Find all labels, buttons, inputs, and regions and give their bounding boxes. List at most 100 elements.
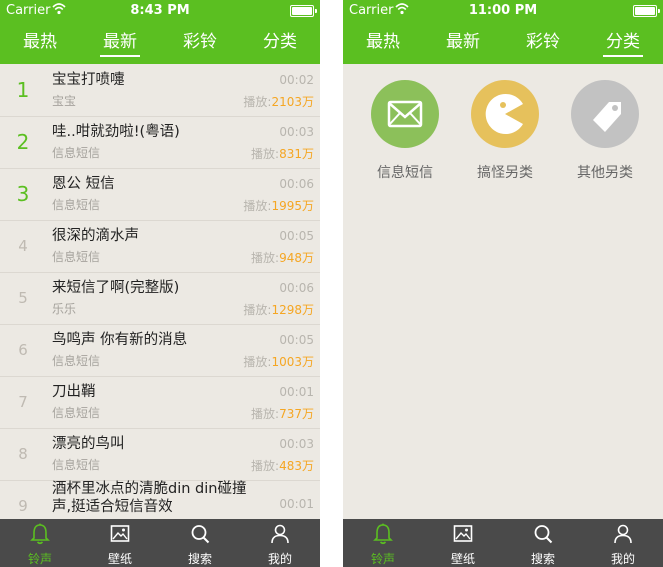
tab-ringback[interactable]: 彩铃	[160, 20, 240, 64]
ringtone-title: 鸟鸣声 你有新的消息	[52, 332, 188, 348]
ringtone-row[interactable]: 8 漂亮的鸟叫 信息短信 00:03 播放:483万	[0, 428, 320, 481]
category-label: 搞怪另类	[477, 165, 533, 181]
tab-label: 搜索	[530, 552, 555, 566]
ringtone-category: 乐乐	[52, 302, 77, 316]
plays-prefix: 播放:	[251, 459, 280, 473]
duration-label: 00:03	[279, 125, 314, 139]
ringtone-title: 刀出鞘	[52, 384, 96, 400]
tab-category[interactable]: 分类	[240, 20, 320, 64]
category-sms[interactable]: 信息短信	[355, 80, 455, 190]
bell-icon	[30, 523, 50, 545]
ringtone-row[interactable]: 3 恩公 短信 信息短信 00:06 播放:1995万	[0, 168, 320, 221]
search-icon	[533, 523, 553, 545]
ringtone-row[interactable]: 7 刀出鞘 信息短信 00:01 播放:737万	[0, 376, 320, 429]
plays-prefix: 播放:	[251, 147, 280, 161]
top-tab-bar: 最热 最新 彩铃 分类	[0, 20, 320, 64]
tab-label: 铃声	[370, 552, 395, 566]
ringtone-row[interactable]: 2 哇..咁就劲啦!(粤语) 信息短信 00:03 播放:831万	[0, 116, 320, 169]
ringtone-category: 信息短信	[52, 458, 101, 472]
clock: 8:43 PM	[130, 3, 190, 18]
tab-hottest[interactable]: 最热	[0, 20, 80, 64]
bell-icon	[373, 523, 393, 545]
ringtone-row[interactable]: 6 鸟鸣声 你有新的消息 信息短信 00:05 播放:1003万	[0, 324, 320, 377]
rank-number: 3	[16, 182, 30, 206]
tab-search[interactable]: 搜索	[503, 519, 583, 567]
duration-label: 00:05	[279, 333, 314, 347]
category-label: 信息短信	[377, 165, 433, 181]
rank-number: 6	[18, 341, 28, 359]
bottom-tab-bar: 铃声 壁纸 搜索 我的	[343, 519, 663, 567]
category-other[interactable]: 其他另类	[555, 80, 655, 190]
tab-hottest[interactable]: 最热	[343, 20, 423, 64]
tab-label: 壁纸	[450, 552, 475, 566]
play-count: 播放:2103万	[243, 93, 314, 110]
category-funny[interactable]: 搞怪另类	[455, 80, 555, 190]
play-count: 播放:1003万	[243, 353, 314, 370]
plays-number: 1995万	[271, 199, 314, 213]
image-icon	[110, 523, 130, 545]
battery-icon	[633, 5, 660, 17]
category-screen: Carrier 11:00 PM 最热 最新 彩铃 分类 信息短信 搞怪另类 其…	[343, 0, 663, 567]
plays-number: 483万	[279, 459, 314, 473]
play-count: 播放:737万	[251, 405, 314, 422]
tab-ringtones[interactable]: 铃声	[0, 519, 80, 567]
ringtone-row[interactable]: 5 来短信了啊(完整版) 乐乐 00:06 播放:1298万	[0, 272, 320, 325]
category-grid: 信息短信 搞怪另类 其他另类	[343, 64, 663, 519]
play-count: 播放:948万	[251, 249, 314, 266]
rank-number: 1	[16, 78, 30, 102]
tab-newest[interactable]: 最新	[423, 20, 503, 64]
ringtone-title: 哇..咁就劲啦!(粤语)	[52, 124, 180, 140]
play-count: 播放:1995万	[243, 197, 314, 214]
plays-prefix: 播放:	[243, 355, 272, 369]
rank-number: 2	[16, 130, 30, 154]
battery-icon	[290, 5, 317, 17]
duration-label: 00:06	[279, 281, 314, 295]
ringtone-title: 漂亮的鸟叫	[52, 436, 125, 452]
top-tab-bar: 最热 最新 彩铃 分类	[343, 20, 663, 64]
ringtone-title: 酒杯里冰点的清脆din din碰撞声,挺适合短信音效	[52, 481, 247, 515]
play-count: 播放:483万	[251, 457, 314, 474]
user-icon	[270, 523, 290, 545]
duration-label: 00:01	[279, 385, 314, 399]
tab-mine[interactable]: 我的	[240, 519, 320, 567]
user-icon	[613, 523, 633, 545]
tab-wallpaper[interactable]: 壁纸	[80, 519, 160, 567]
ringtone-category: 信息短信	[52, 250, 101, 264]
ringtone-row[interactable]: 9 酒杯里冰点的清脆din din碰撞声,挺适合短信音效 00:01	[0, 480, 320, 519]
play-count: 播放:1298万	[243, 301, 314, 318]
ringtone-title: 恩公 短信	[52, 176, 115, 192]
plays-number: 1003万	[271, 355, 314, 369]
plays-number: 948万	[279, 251, 314, 265]
tab-label: 搜索	[187, 552, 212, 566]
plays-prefix: 播放:	[251, 407, 280, 421]
duration-label: 00:01	[279, 497, 314, 511]
envelope-icon	[371, 80, 439, 148]
plays-number: 831万	[279, 147, 314, 161]
ringtone-title: 很深的滴水声	[52, 228, 139, 244]
ringtone-title: 来短信了啊(完整版)	[52, 280, 180, 296]
tag-icon	[571, 80, 639, 148]
duration-label: 00:02	[279, 73, 314, 87]
tab-category[interactable]: 分类	[583, 20, 663, 64]
tab-label: 我的	[610, 552, 635, 566]
tab-search[interactable]: 搜索	[160, 519, 240, 567]
rank-number: 7	[18, 393, 28, 411]
plays-prefix: 播放:	[243, 199, 272, 213]
tab-ringback[interactable]: 彩铃	[503, 20, 583, 64]
status-bar: Carrier 8:43 PM	[0, 0, 320, 20]
tab-ringtones[interactable]: 铃声	[343, 519, 423, 567]
ringtone-row[interactable]: 4 很深的滴水声 信息短信 00:05 播放:948万	[0, 220, 320, 273]
ringtone-list-screen: Carrier 8:43 PM 最热 最新 彩铃 分类 1 宝宝打喷嚏宝宝 00:0…	[0, 0, 320, 567]
ringtone-category: 宝宝	[52, 94, 77, 108]
tab-wallpaper[interactable]: 壁纸	[423, 519, 503, 567]
ringtone-category: 信息短信	[52, 354, 101, 368]
tab-newest[interactable]: 最新	[80, 20, 160, 64]
clock: 11:00 PM	[468, 3, 538, 18]
plays-number: 2103万	[271, 95, 314, 109]
category-label: 其他另类	[577, 165, 633, 181]
ringtone-title: 宝宝打喷嚏	[52, 72, 125, 88]
ringtone-category: 信息短信	[52, 146, 101, 160]
tab-mine[interactable]: 我的	[583, 519, 663, 567]
ringtone-row[interactable]: 1 宝宝打喷嚏宝宝 00:02 播放:2103万	[0, 64, 320, 117]
rank-number: 8	[18, 445, 28, 463]
